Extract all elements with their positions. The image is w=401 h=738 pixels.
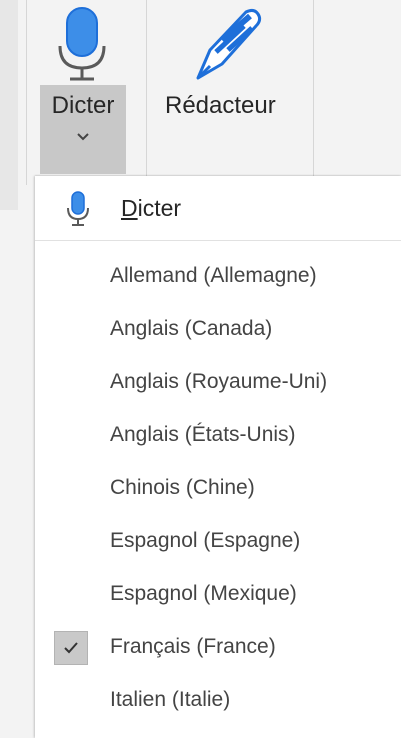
- language-item-espagnol-espagne[interactable]: Espagnol (Espagne): [35, 517, 401, 569]
- ribbon-separator: [313, 0, 314, 185]
- language-label: Espagnol (Mexique): [110, 582, 297, 605]
- language-label: Anglais (Canada): [110, 317, 273, 340]
- menu-item-dicter[interactable]: Dicter: [35, 176, 401, 241]
- ribbon-separator: [146, 0, 147, 185]
- language-item-anglais-etats-unis[interactable]: Anglais (États-Unis): [35, 411, 401, 463]
- language-label: Anglais (Royaume-Uni): [110, 370, 328, 393]
- language-item-francais[interactable]: Français (France): [35, 623, 401, 675]
- menu-item-dicter-label: Dicter: [121, 195, 182, 221]
- microphone-icon[interactable]: [52, 6, 112, 89]
- dicter-button-label[interactable]: Dicter: [43, 92, 123, 120]
- language-item-chinois[interactable]: Chinois (Chine): [35, 464, 401, 516]
- language-item-italien[interactable]: Italien (Italie): [35, 676, 401, 728]
- language-label: Espagnol (Espagne): [110, 529, 301, 552]
- checkmark-icon: [54, 631, 88, 665]
- ribbon-separator: [26, 0, 27, 185]
- microphone-icon: [65, 191, 91, 232]
- chevron-down-icon[interactable]: [74, 130, 92, 148]
- language-label: Chinois (Chine): [110, 476, 255, 499]
- ribbon: Dicter Rédacteur: [0, 0, 401, 210]
- language-label: Allemand (Allemagne): [110, 264, 317, 287]
- language-label: Italien (Italie): [110, 688, 231, 711]
- redacteur-button-label[interactable]: Rédacteur: [165, 92, 276, 120]
- language-label: Anglais (États-Unis): [110, 423, 296, 446]
- language-item-espagnol-mexique[interactable]: Espagnol (Mexique): [35, 570, 401, 622]
- ribbon-edge: [0, 0, 18, 210]
- dictation-language-menu: Dicter Allemand (Allemagne) Anglais (Can…: [35, 176, 401, 738]
- pen-icon[interactable]: [188, 6, 268, 91]
- language-item-anglais-canada[interactable]: Anglais (Canada): [35, 305, 401, 357]
- language-label: Français (France): [110, 635, 276, 658]
- language-item-allemand[interactable]: Allemand (Allemagne): [35, 252, 401, 304]
- language-item-anglais-royaume-uni[interactable]: Anglais (Royaume-Uni): [35, 358, 401, 410]
